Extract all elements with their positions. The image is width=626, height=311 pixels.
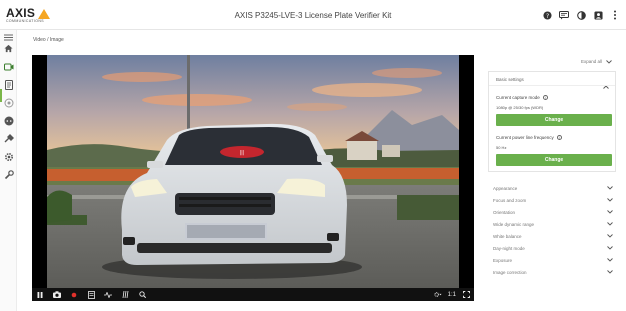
chevron-down-icon xyxy=(607,186,613,190)
more-menu-icon[interactable] xyxy=(610,10,620,20)
power-line-value: 50 Hz xyxy=(496,145,507,150)
section-orientation[interactable]: Orientation xyxy=(493,207,613,217)
zoom-search-icon[interactable] xyxy=(138,291,146,299)
section-label: White balance xyxy=(493,233,522,239)
contrast-icon[interactable] xyxy=(576,10,586,20)
section-appearance[interactable]: Appearance xyxy=(493,183,613,193)
capture-mode-label: Current capture mode xyxy=(496,95,540,100)
video-viewer[interactable]: ||| 1:1 xyxy=(32,55,474,301)
sidebar-active-indicator xyxy=(0,89,2,102)
help-icon[interactable]: ? xyxy=(542,10,552,20)
change-power-line-button[interactable]: Change xyxy=(496,154,612,166)
snapshot-camera-icon[interactable] xyxy=(53,291,61,299)
section-label: Wide dynamic range xyxy=(493,221,535,227)
chevron-down-icon xyxy=(606,59,612,64)
maintenance-wrench-icon[interactable] xyxy=(3,169,14,180)
stream-settings-gear-icon[interactable] xyxy=(434,291,442,299)
stream-stats-icon[interactable] xyxy=(87,290,95,299)
recordings-icon[interactable] xyxy=(3,79,14,90)
capture-mode-row: Current capture mode i xyxy=(496,95,548,100)
power-line-label: Current power line frequency xyxy=(496,135,554,140)
chevron-down-icon xyxy=(607,222,613,226)
top-icons: ? xyxy=(542,10,620,20)
record-icon[interactable] xyxy=(70,291,78,299)
basic-settings-card: Basic settings Current capture mode i 10… xyxy=(488,71,616,172)
section-label: Day-night mode xyxy=(493,245,525,251)
video-icon[interactable] xyxy=(3,61,14,72)
chevron-down-icon xyxy=(607,234,613,238)
settings-gear-icon[interactable] xyxy=(3,151,14,162)
breadcrumb: Video / Image xyxy=(33,37,64,43)
expand-all-label: Expand all xyxy=(580,59,602,64)
apps-icon[interactable] xyxy=(3,115,14,126)
system-icon[interactable] xyxy=(3,133,14,144)
fullscreen-icon[interactable] xyxy=(462,291,470,299)
section-day-night-mode[interactable]: Day-night mode xyxy=(493,243,613,253)
page-title: AXIS P3245-LVE-3 License Plate Verifier … xyxy=(234,11,392,20)
divider xyxy=(489,85,615,86)
info-icon[interactable]: i xyxy=(542,95,548,100)
section-white-balance[interactable]: White balance xyxy=(493,231,613,241)
basic-settings-title[interactable]: Basic settings xyxy=(496,77,524,82)
feedback-icon[interactable] xyxy=(559,10,569,20)
events-icon[interactable] xyxy=(3,97,14,108)
pause-icon[interactable] xyxy=(36,291,44,299)
analytics-icon[interactable] xyxy=(121,291,129,299)
account-icon[interactable] xyxy=(593,10,603,20)
live-video-image: ||| xyxy=(47,55,459,288)
chevron-down-icon xyxy=(607,210,613,214)
section-focus-and-zoom[interactable]: Focus and zoom xyxy=(493,195,613,205)
chevron-down-icon xyxy=(607,246,613,250)
svg-text:?: ? xyxy=(545,12,548,19)
chevron-down-icon xyxy=(607,198,613,202)
section-exposure[interactable]: Exposure xyxy=(493,255,613,265)
home-icon[interactable] xyxy=(3,43,14,54)
section-label: Orientation xyxy=(493,209,516,215)
settings-panel: Expand all Basic settings Current captur… xyxy=(484,55,620,311)
section-label: Image correction xyxy=(493,269,527,275)
section-wide-dynamic-range[interactable]: Wide dynamic range xyxy=(493,219,613,229)
chevron-down-icon xyxy=(607,270,613,274)
section-image-correction[interactable]: Image correction xyxy=(493,267,613,277)
pixel-counter-icon[interactable] xyxy=(104,291,112,299)
section-label: Focus and zoom xyxy=(493,197,527,203)
resolution-ratio-button[interactable]: 1:1 xyxy=(448,292,456,298)
change-capture-mode-button[interactable]: Change xyxy=(496,114,612,126)
section-label: Exposure xyxy=(493,257,513,263)
capture-mode-value: 1080p @ 25/30 fps (WDR) xyxy=(496,105,544,110)
section-label: Appearance xyxy=(493,185,518,191)
power-line-row: Current power line frequency i xyxy=(496,135,562,140)
video-controls-bar: 1:1 xyxy=(32,288,474,301)
sidebar xyxy=(0,30,17,311)
expand-all-toggle[interactable]: Expand all xyxy=(581,59,612,64)
info-icon[interactable]: i xyxy=(556,135,562,140)
chevron-down-icon xyxy=(607,258,613,262)
top-bar: AXIS COMMUNICATIONS AXIS P3245-LVE-3 Lic… xyxy=(0,0,626,30)
collapse-menu-icon[interactable] xyxy=(3,32,14,43)
svg-text:|||: ||| xyxy=(239,150,244,156)
viewer-right-controls: 1:1 xyxy=(434,291,470,299)
